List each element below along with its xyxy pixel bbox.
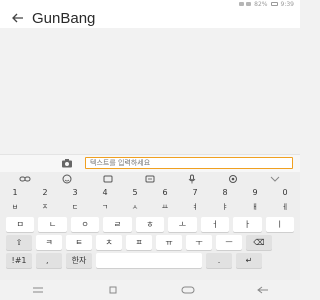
key-ae[interactable]: ㅐ bbox=[240, 202, 270, 212]
key-eu[interactable]: ㅡ bbox=[216, 234, 242, 250]
chevron-down-icon[interactable] bbox=[268, 174, 282, 184]
keyboard-toolbar bbox=[0, 172, 300, 185]
home-icon[interactable] bbox=[178, 284, 198, 296]
key-7[interactable]: 7 bbox=[180, 188, 210, 197]
comma-key[interactable]: , bbox=[36, 252, 62, 268]
composer-bar bbox=[0, 154, 300, 173]
gif-icon[interactable] bbox=[143, 174, 157, 184]
space-key[interactable] bbox=[96, 252, 202, 268]
camera-icon[interactable] bbox=[60, 157, 74, 169]
key-giyeok[interactable]: ㄱ bbox=[90, 202, 120, 212]
key-digeut[interactable]: ㄷ bbox=[60, 202, 90, 212]
key-o[interactable]: ㅗ bbox=[168, 216, 197, 232]
link-icon[interactable] bbox=[18, 174, 32, 184]
key-e[interactable]: ㅔ bbox=[270, 202, 300, 212]
key-hieut[interactable]: ㅎ bbox=[135, 216, 165, 232]
status-bar: 82% 9:39 bbox=[0, 0, 300, 8]
key-jieut[interactable]: ㅈ bbox=[30, 202, 60, 212]
status-icons bbox=[239, 2, 252, 6]
battery-percentage: 82% bbox=[254, 0, 268, 8]
key-u[interactable]: ㅜ bbox=[186, 234, 212, 250]
key-ya[interactable]: ㅑ bbox=[210, 202, 240, 212]
back-nav-icon[interactable] bbox=[253, 284, 273, 296]
symbols-key[interactable]: !#1 bbox=[6, 252, 32, 268]
enter-key[interactable]: ↵ bbox=[236, 252, 262, 268]
keyboard: 1 2 3 4 5 6 7 8 9 0 ㅂ ㅈ ㄷ ㄱ ㅅ ㅛ ㅕ ㅑ ㅐ ㅔ … bbox=[0, 172, 300, 280]
key-tieut[interactable]: ㅌ bbox=[66, 234, 92, 250]
key-siot[interactable]: ㅅ bbox=[120, 202, 150, 212]
key-eo[interactable]: ㅓ bbox=[200, 216, 230, 232]
key-2[interactable]: 2 bbox=[30, 188, 60, 197]
message-list bbox=[0, 28, 300, 154]
key-bieup[interactable]: ㅂ bbox=[0, 202, 30, 212]
back-arrow-icon[interactable] bbox=[6, 8, 30, 28]
clock: 9:39 bbox=[280, 0, 294, 8]
consonant-vowel-row-1: ㅂ ㅈ ㄷ ㄱ ㅅ ㅛ ㅕ ㅑ ㅐ ㅔ bbox=[0, 200, 300, 214]
app-bar: GunBang bbox=[0, 8, 300, 28]
backspace-key[interactable]: ⌫ bbox=[246, 234, 272, 250]
key-5[interactable]: 5 bbox=[120, 188, 150, 197]
wifi-icon bbox=[239, 2, 245, 6]
number-row: 1 2 3 4 5 6 7 8 9 0 bbox=[0, 185, 300, 199]
key-pieup[interactable]: ㅍ bbox=[126, 234, 152, 250]
chat-title: GunBang bbox=[32, 9, 96, 27]
key-nieun[interactable]: ㄴ bbox=[38, 216, 67, 232]
key-yu[interactable]: ㅠ bbox=[156, 234, 182, 250]
key-9[interactable]: 9 bbox=[240, 188, 270, 197]
recent-apps-icon[interactable] bbox=[103, 284, 123, 296]
svg-text:,: , bbox=[46, 256, 49, 265]
emoji-icon[interactable] bbox=[60, 174, 74, 184]
bottom-key-row: !#1 , 한자 . ↵ bbox=[0, 252, 300, 268]
period-key[interactable]: . bbox=[206, 252, 232, 268]
key-1[interactable]: 1 bbox=[0, 188, 30, 197]
hanja-key[interactable]: 한자 bbox=[66, 252, 92, 268]
shift-key[interactable]: ⇧ bbox=[6, 234, 32, 250]
settings-icon[interactable] bbox=[226, 174, 240, 184]
key-yeo[interactable]: ㅕ bbox=[180, 202, 210, 212]
key-rieul[interactable]: ㄹ bbox=[103, 216, 132, 232]
key-8[interactable]: 8 bbox=[210, 188, 240, 197]
menu-icon[interactable] bbox=[28, 284, 48, 296]
key-4[interactable]: 4 bbox=[90, 188, 120, 197]
sticker-icon[interactable] bbox=[101, 174, 115, 184]
mic-icon[interactable] bbox=[185, 174, 199, 184]
key-ieung[interactable]: ㅇ bbox=[70, 216, 100, 232]
message-input[interactable] bbox=[85, 157, 293, 169]
consonant-vowel-row-3: ⇧ ㅋ ㅌ ㅊ ㅍ ㅠ ㅜ ㅡ ⌫ bbox=[0, 234, 300, 250]
key-6[interactable]: 6 bbox=[150, 188, 180, 197]
key-chieut[interactable]: ㅊ bbox=[96, 234, 122, 250]
battery-icon bbox=[270, 2, 278, 6]
key-mieum[interactable]: ㅁ bbox=[6, 216, 35, 232]
system-nav-bar bbox=[0, 280, 300, 300]
key-kieuk[interactable]: ㅋ bbox=[36, 234, 62, 250]
key-a[interactable]: ㅏ bbox=[233, 216, 262, 232]
key-yo[interactable]: ㅛ bbox=[150, 202, 180, 212]
key-3[interactable]: 3 bbox=[60, 188, 90, 197]
key-i[interactable]: ㅣ bbox=[265, 216, 294, 232]
signal-icon bbox=[246, 2, 252, 6]
consonant-vowel-row-2: ㅁ ㄴ ㅇ ㄹ ㅎ ㅗ ㅓ ㅏ ㅣ bbox=[0, 216, 300, 232]
key-0[interactable]: 0 bbox=[270, 188, 300, 197]
